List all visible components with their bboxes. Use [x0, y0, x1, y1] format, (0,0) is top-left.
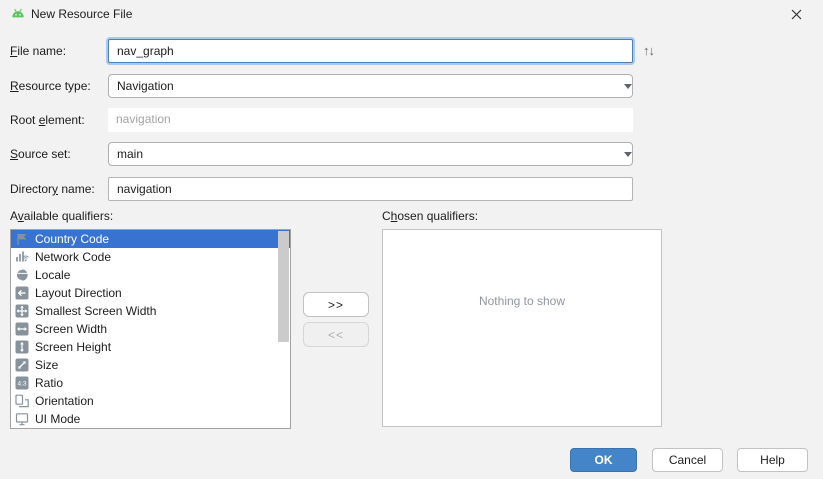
qualifier-item-label: Network Code [35, 250, 111, 264]
network-signal-icon [14, 249, 30, 265]
qualifier-item[interactable]: 4:3 Ratio [11, 374, 290, 392]
root-element-label: Root element: [10, 108, 85, 132]
directory-name-label: Directory name: [10, 177, 95, 201]
resource-type-value: Navigation [109, 75, 174, 97]
qualifier-item[interactable]: Country Code [11, 230, 290, 248]
ok-button[interactable]: OK [570, 448, 637, 472]
sort-updown-icon: ↑↓ [643, 39, 654, 63]
qualifier-item-label: Screen Height [35, 340, 111, 354]
ui-mode-icon [14, 411, 30, 427]
resource-type-label: Resource type: [10, 74, 91, 98]
android-icon [10, 6, 26, 22]
vertical-scrollbar[interactable] [278, 231, 289, 342]
file-name-value: nav_graph [117, 44, 174, 58]
qualifier-item-label: Orientation [35, 394, 94, 408]
arrow-horizontal-icon [14, 321, 30, 337]
root-element-placeholder: navigation [116, 112, 171, 126]
resource-type-select[interactable]: Navigation [108, 74, 633, 98]
qualifier-item-label: Layout Direction [35, 286, 122, 300]
arrow-vertical-icon [14, 339, 30, 355]
directory-name-input[interactable]: navigation [108, 177, 633, 201]
close-icon[interactable] [783, 1, 809, 27]
qualifier-item-label: Smallest Screen Width [35, 304, 156, 318]
source-set-value: main [109, 143, 143, 165]
chevron-down-icon [624, 152, 632, 157]
aspect-ratio-icon: 4:3 [14, 375, 30, 391]
qualifier-item[interactable]: Smallest Screen Width [11, 302, 290, 320]
qualifier-item-label: Locale [35, 268, 70, 282]
qualifier-item-label: UI Mode [35, 412, 80, 426]
empty-state-text: Nothing to show [383, 294, 661, 308]
dialog-title: New Resource File [31, 0, 132, 28]
source-set-label: Source set: [10, 142, 71, 166]
globe-icon [14, 267, 30, 283]
qualifier-item-label: Country Code [35, 232, 109, 246]
move-left-button: << [303, 322, 369, 347]
qualifier-item[interactable]: Network Code [11, 248, 290, 266]
move-arrows-icon [14, 303, 30, 319]
qualifier-item[interactable]: Size [11, 356, 290, 374]
qualifier-item[interactable]: Orientation [11, 392, 290, 410]
qualifier-item-label: Screen Width [35, 322, 107, 336]
source-set-select[interactable]: main [108, 142, 633, 166]
directory-name-value: navigation [117, 182, 172, 196]
qualifier-item[interactable]: Screen Height [11, 338, 290, 356]
arrow-diagonal-icon [14, 357, 30, 373]
file-name-label: File name: [10, 39, 66, 63]
qualifier-item-label: Ratio [35, 376, 63, 390]
svg-text:4:3: 4:3 [17, 381, 26, 388]
cancel-button[interactable]: Cancel [652, 448, 723, 472]
file-name-input[interactable]: nav_graph [108, 39, 633, 63]
arrow-left-icon [14, 285, 30, 301]
chosen-qualifiers-label: Chosen qualifiers: [382, 206, 478, 226]
qualifier-item[interactable]: Screen Width [11, 320, 290, 338]
available-qualifiers-label: Available qualifiers: [10, 206, 113, 226]
qualifier-item[interactable]: UI Mode [11, 410, 290, 428]
chosen-qualifiers-panel[interactable]: Nothing to show [382, 229, 662, 427]
help-button[interactable]: Help [737, 448, 808, 472]
chevron-down-icon [624, 84, 632, 89]
qualifier-item-label: Size [35, 358, 58, 372]
qualifier-item[interactable]: Locale [11, 266, 290, 284]
flag-icon [14, 231, 30, 247]
title-bar: New Resource File [0, 0, 823, 28]
root-element-input[interactable]: navigation [108, 108, 633, 132]
orientation-icon [14, 393, 30, 409]
qualifier-item[interactable]: Layout Direction [11, 284, 290, 302]
available-qualifiers-list[interactable]: Country Code Network Code Locale Layout Dir… [10, 229, 291, 429]
move-right-button[interactable]: >> [303, 292, 369, 317]
